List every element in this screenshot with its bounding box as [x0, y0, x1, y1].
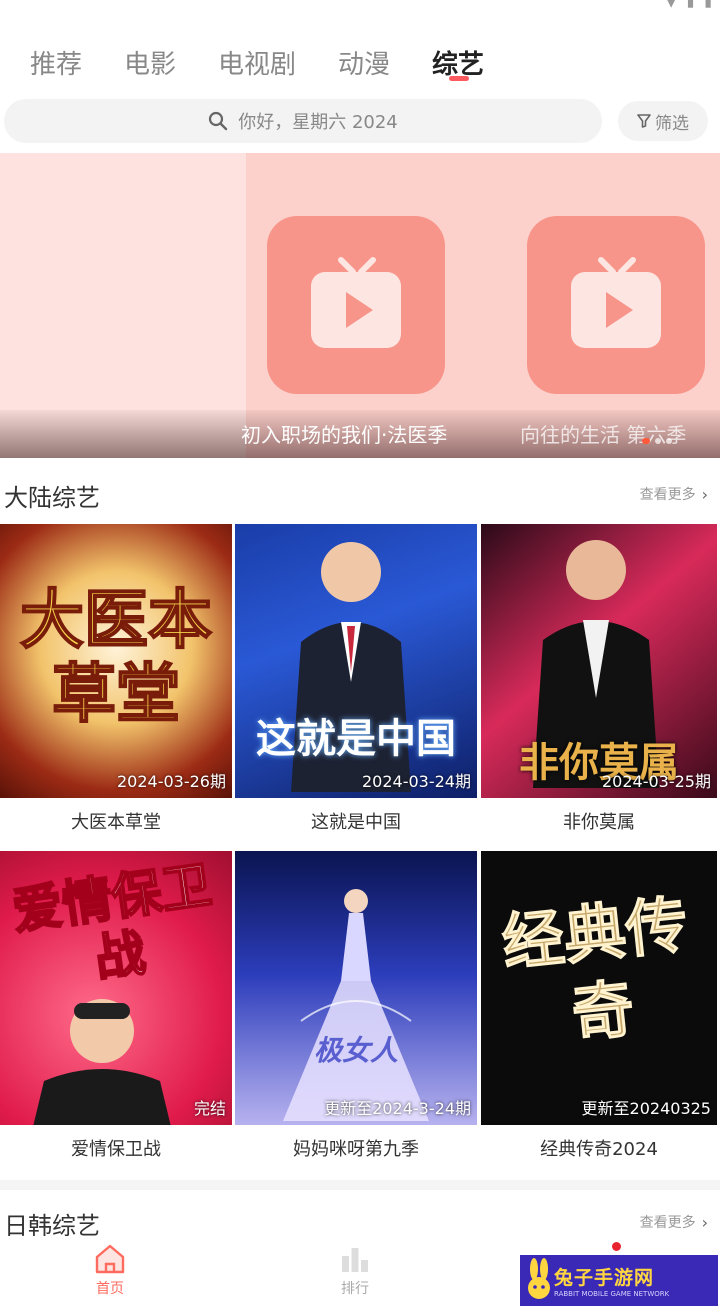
tab-movies[interactable]: 电影 — [124, 44, 176, 81]
tv-play-icon — [311, 257, 401, 348]
episode-badge: 更新至2024-3-24期 — [324, 1099, 471, 1118]
search-bar[interactable]: 你好，星期六 2024 — [4, 99, 602, 143]
show-title: 经典传奇2024 — [540, 1139, 658, 1160]
nav-ranking[interactable]: 排行 — [315, 1242, 395, 1298]
show-card[interactable]: 非你莫属 2024-03-25期 非你莫属 — [481, 524, 717, 834]
see-more-label: 查看更多 — [639, 1215, 696, 1231]
poster-title-art: 这就是中国 — [256, 716, 456, 762]
watermark-title: 兔子手游网 — [554, 1267, 655, 1289]
show-card[interactable]: 大医本草堂 2024-03-26期 大医本草堂 — [0, 524, 232, 834]
tv-play-placeholder — [267, 216, 445, 394]
see-more-label: 查看更多 — [639, 487, 696, 503]
filter-icon — [637, 114, 651, 128]
notification-dot — [612, 1242, 621, 1251]
filter-label: 筛选 — [655, 113, 689, 134]
episode-badge: 完结 — [193, 1099, 226, 1118]
show-card[interactable]: 这就是中国 2024-03-24期 这就是中国 — [235, 524, 477, 834]
carousel-dot — [655, 438, 661, 444]
carousel-dot — [666, 438, 672, 444]
rabbit-logo-icon — [528, 1258, 550, 1299]
battery-icon: ▮ — [704, 0, 712, 10]
search-placeholder: 你好，星期六 2024 — [238, 112, 398, 133]
show-title: 这就是中国 — [311, 812, 401, 833]
nav-home[interactable]: 首页 — [70, 1242, 150, 1298]
filter-button[interactable]: 筛选 — [618, 101, 708, 141]
show-poster: 经典传奇 更新至20240325 — [481, 851, 717, 1125]
watermark-subtitle: RABBIT MOBILE GAME NETWORK — [554, 1290, 670, 1298]
site-watermark: 兔子手游网 RABBIT MOBILE GAME NETWORK — [520, 1255, 718, 1306]
signal-icon: ▮ — [686, 0, 695, 10]
show-card[interactable]: 爱情保卫战 完结 爱情保卫战 — [0, 851, 232, 1161]
show-poster: 非你莫属 2024-03-25期 — [481, 524, 717, 798]
status-bar: ▼ ▮ ▮ — [0, 0, 720, 22]
search-icon — [209, 111, 228, 131]
nav-home-label: 首页 — [96, 1281, 124, 1297]
show-title: 爱情保卫战 — [71, 1139, 161, 1160]
show-poster: 极女人 更新至2024-3-24期 — [235, 851, 477, 1125]
banner-carousel[interactable]: 初入职场的我们·法医季 向往的生活 第六季 — [0, 153, 720, 458]
wifi-icon: ▼ — [665, 0, 677, 10]
gown-figure — [283, 889, 429, 1121]
ranking-icon — [342, 1248, 368, 1272]
episode-badge: 2024-03-26期 — [117, 772, 226, 791]
status-icons: ▼ ▮ ▮ — [666, 0, 712, 10]
active-tab-indicator — [449, 76, 469, 81]
episode-badge: 2024-03-25期 — [602, 772, 711, 791]
carousel-dot-active — [642, 438, 650, 444]
show-title: 大医本草堂 — [71, 812, 161, 833]
section-divider — [0, 1180, 720, 1190]
episode-badge: 2024-03-24期 — [362, 772, 471, 791]
episode-badge: 更新至20240325 — [581, 1099, 711, 1118]
home-icon — [95, 1244, 125, 1274]
poster-title-art: 大医本草堂 — [19, 583, 213, 733]
tv-play-icon — [571, 257, 661, 348]
show-title: 非你莫属 — [563, 812, 635, 833]
poster-title-art: 爱情保卫战 — [8, 855, 216, 989]
tv-play-placeholder — [527, 216, 705, 394]
chevron-right-icon: › — [701, 1212, 708, 1232]
nav-ranking-label: 排行 — [341, 1281, 369, 1297]
show-poster: 爱情保卫战 完结 — [0, 851, 232, 1125]
show-card[interactable]: 经典传奇 更新至20240325 经典传奇2024 — [481, 851, 717, 1161]
category-tabs: 推荐 电影 电视剧 动漫 综艺 — [0, 38, 720, 88]
show-title: 妈妈咪呀第九季 — [293, 1139, 419, 1160]
tab-recommend[interactable]: 推荐 — [30, 44, 82, 81]
show-card[interactable]: 极女人 更新至2024-3-24期 妈妈咪呀第九季 — [235, 851, 477, 1161]
show-poster: 这就是中国 2024-03-24期 — [235, 524, 477, 798]
chevron-right-icon: › — [701, 484, 708, 504]
tab-tv-series[interactable]: 电视剧 — [218, 44, 296, 81]
show-poster: 大医本草堂 2024-03-26期 — [0, 524, 232, 798]
poster-title-art: 经典传奇 — [498, 887, 692, 1051]
host-figure — [33, 999, 171, 1125]
banner-caption: 初入职场的我们·法医季 — [241, 423, 448, 447]
see-more-link[interactable]: 查看更多 › — [640, 1212, 708, 1232]
watermark-text: 兔子手游网 RABBIT MOBILE GAME NETWORK — [554, 1263, 669, 1298]
section-title: 大陆综艺 — [4, 484, 100, 512]
tab-anime[interactable]: 动漫 — [338, 44, 390, 81]
poster-title-art: 极女人 — [313, 1034, 398, 1067]
see-more-link[interactable]: 查看更多 › — [640, 484, 708, 504]
carousel-dots — [642, 438, 672, 444]
